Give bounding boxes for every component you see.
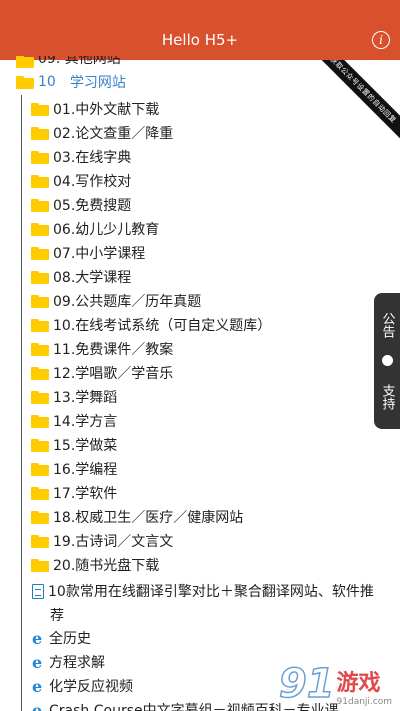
link-item[interactable]: e 化学反应视频 xyxy=(32,676,133,696)
section-number: 10 xyxy=(38,74,56,90)
folder-item-label: 04.写作校对 xyxy=(53,174,132,190)
doc-item[interactable]: 10款常用在线翻译引擎对比＋聚合翻译网站、软件推 xyxy=(32,581,374,601)
folder-item-label: 19.古诗词／文言文 xyxy=(53,534,174,550)
folder-icon xyxy=(31,294,49,308)
section-folder[interactable]: 10 学习网站 xyxy=(16,72,126,92)
folder-item-label: 13.学舞蹈 xyxy=(53,390,118,406)
section-label: 学习网站 xyxy=(69,75,126,91)
browser-link-icon: e xyxy=(32,700,43,711)
folder-icon xyxy=(31,174,49,188)
dot-icon xyxy=(381,355,393,367)
folder-item-label: 01.中外文献下载 xyxy=(53,102,160,118)
folder-icon xyxy=(31,270,49,284)
folder-item[interactable]: 08.大学课程 xyxy=(31,267,131,287)
watermark-logo: 91 游戏 91danji.com xyxy=(278,660,392,708)
link-item-label: 全历史 xyxy=(49,631,91,647)
watermark-url: 91danji.com xyxy=(336,697,392,707)
doc-item-label-line2: 荐 xyxy=(50,608,64,624)
folder-icon xyxy=(31,438,49,452)
folder-icon xyxy=(31,198,49,212)
watermark-game: 游戏 xyxy=(336,671,381,696)
info-icon[interactable]: i xyxy=(372,31,390,49)
folder-icon xyxy=(31,126,49,140)
browser-link-icon: e xyxy=(32,652,43,672)
link-item[interactable]: e 全历史 xyxy=(32,628,91,648)
document-icon xyxy=(32,583,44,599)
folder-item[interactable]: 04.写作校对 xyxy=(31,171,131,191)
folder-icon xyxy=(31,102,49,116)
browser-link-icon: e xyxy=(32,676,43,696)
folder-item[interactable]: 18.权威卫生／医疗／健康网站 xyxy=(31,507,243,527)
folder-item[interactable]: 20.随书光盘下载 xyxy=(31,555,159,575)
link-item-label: 化学反应视频 xyxy=(49,679,133,695)
tree-connector-line xyxy=(21,95,22,711)
folder-item[interactable]: 02.论文查重／降重 xyxy=(31,123,173,143)
folder-item-label: 07.中小学课程 xyxy=(53,246,146,262)
tree-item-partial[interactable]: 09. 其他网站 xyxy=(16,56,121,68)
folder-item[interactable]: 13.学舞蹈 xyxy=(31,387,117,407)
folder-icon xyxy=(31,462,49,476)
folder-item-label: 03.在线字典 xyxy=(53,150,132,166)
page-title: Hello H5+ xyxy=(161,31,239,49)
folder-icon xyxy=(31,222,49,236)
doc-item-label-line1: 10款常用在线翻译引擎对比＋聚合翻译网站、软件推 xyxy=(48,584,374,600)
folder-item[interactable]: 15.学做菜 xyxy=(31,435,117,455)
folder-item-label: 05.免费搜题 xyxy=(53,198,132,214)
folder-item-label: 09.公共题库／历年真题 xyxy=(53,294,202,310)
folder-item-label: 18.权威卫生／医疗／健康网站 xyxy=(53,510,244,526)
link-item[interactable]: e 方程求解 xyxy=(32,652,105,672)
folder-icon xyxy=(31,414,49,428)
folder-item[interactable]: 19.古诗词／文言文 xyxy=(31,531,173,551)
folder-item-label: 16.学编程 xyxy=(53,462,118,478)
ribbon-label: 获取公众号设置的自动回复 xyxy=(318,60,400,142)
folder-icon xyxy=(16,56,34,68)
folder-item-label: 12.学唱歌／学音乐 xyxy=(53,366,174,382)
doc-item-continued[interactable]: 荐 xyxy=(50,605,64,625)
folder-icon xyxy=(31,486,49,500)
folder-icon xyxy=(31,390,49,404)
support-label[interactable]: 支持 xyxy=(378,384,397,410)
app-header: Hello H5+ i xyxy=(0,0,400,60)
folder-item-label: 11.免费课件／教案 xyxy=(53,342,174,358)
folder-item-label: 10.在线考试系统（可自定义题库） xyxy=(53,318,272,334)
folder-icon xyxy=(31,510,49,524)
folder-item[interactable]: 10.在线考试系统（可自定义题库） xyxy=(31,315,271,335)
folder-item[interactable]: 05.免费搜题 xyxy=(31,195,131,215)
notice-label[interactable]: 公告 xyxy=(378,312,397,338)
folder-icon xyxy=(31,150,49,164)
folder-item-label: 17.学软件 xyxy=(53,486,118,502)
folder-icon xyxy=(31,558,49,572)
folder-item[interactable]: 03.在线字典 xyxy=(31,147,131,167)
folder-item[interactable]: 16.学编程 xyxy=(31,459,117,479)
folder-item[interactable]: 09.公共题库／历年真题 xyxy=(31,291,201,311)
folder-item[interactable]: 06.幼儿少儿教育 xyxy=(31,219,159,239)
folder-item-label: 14.学方言 xyxy=(53,414,118,430)
folder-item[interactable]: 11.免费课件／教案 xyxy=(31,339,173,359)
folder-item-label: 15.学做菜 xyxy=(53,438,118,454)
notice-support-tab[interactable]: 公告 支持 xyxy=(374,293,400,429)
folder-item[interactable]: 14.学方言 xyxy=(31,411,117,431)
browser-link-icon: e xyxy=(32,628,43,648)
link-item-label: 方程求解 xyxy=(49,655,105,671)
folder-item-label: 08.大学课程 xyxy=(53,270,132,286)
folder-item[interactable]: 01.中外文献下载 xyxy=(31,99,159,119)
folder-icon xyxy=(31,534,49,548)
folder-item-label: 20.随书光盘下载 xyxy=(53,558,160,574)
folder-icon xyxy=(31,318,49,332)
folder-item-label: 02.论文查重／降重 xyxy=(53,126,174,142)
watermark-brand: 91 xyxy=(278,660,335,708)
folder-icon xyxy=(31,366,49,380)
folder-icon xyxy=(31,342,49,356)
corner-ribbon[interactable]: 获取公众号设置的自动回复 xyxy=(318,60,400,142)
folder-item[interactable]: 12.学唱歌／学音乐 xyxy=(31,363,173,383)
folder-icon xyxy=(16,75,34,89)
folder-item[interactable]: 17.学软件 xyxy=(31,483,117,503)
tree-item-label: 09. 其他网站 xyxy=(38,56,121,67)
folder-item-label: 06.幼儿少儿教育 xyxy=(53,222,160,238)
folder-icon xyxy=(31,246,49,260)
folder-item[interactable]: 07.中小学课程 xyxy=(31,243,145,263)
